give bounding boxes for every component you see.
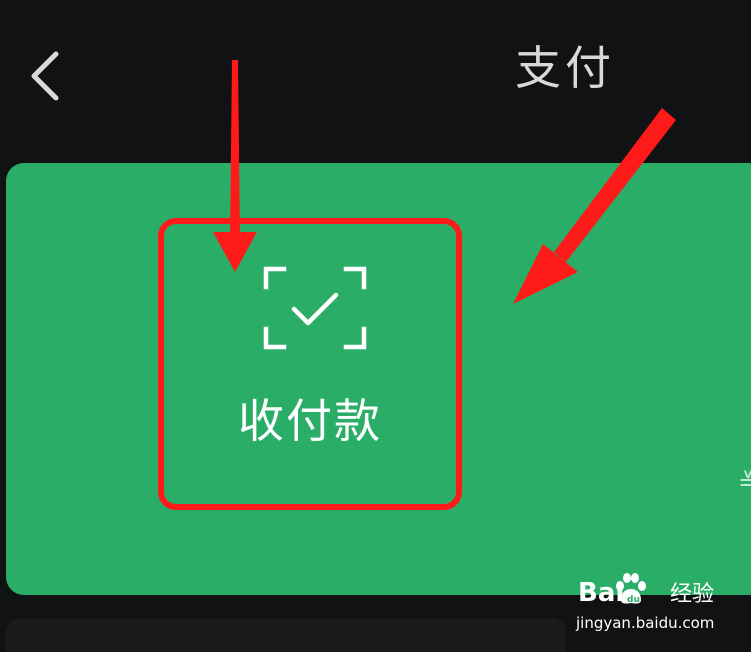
next-card-edge — [6, 618, 566, 652]
payment-screen: 支付 收付款 ≚ Bai du 经验 jingyan.baidu.com — [0, 0, 751, 652]
card-edge-glyph: ≚ — [738, 470, 751, 496]
svg-text:du: du — [627, 595, 640, 605]
watermark-url: jingyan.baidu.com — [576, 614, 715, 632]
receive-pay-button[interactable] — [158, 218, 460, 508]
scan-check-icon — [263, 266, 367, 350]
receive-pay-label: 收付款 — [238, 394, 382, 448]
baidu-watermark: Bai du 经验 jingyan.baidu.com — [572, 570, 742, 640]
watermark-brand-cn: 经验 — [670, 582, 715, 607]
page-title: 支付 — [515, 41, 615, 95]
chevron-left-icon — [31, 51, 59, 101]
back-button[interactable] — [26, 48, 72, 104]
top-bar: 支付 — [0, 0, 751, 150]
baidu-paw-icon: du — [616, 573, 646, 605]
